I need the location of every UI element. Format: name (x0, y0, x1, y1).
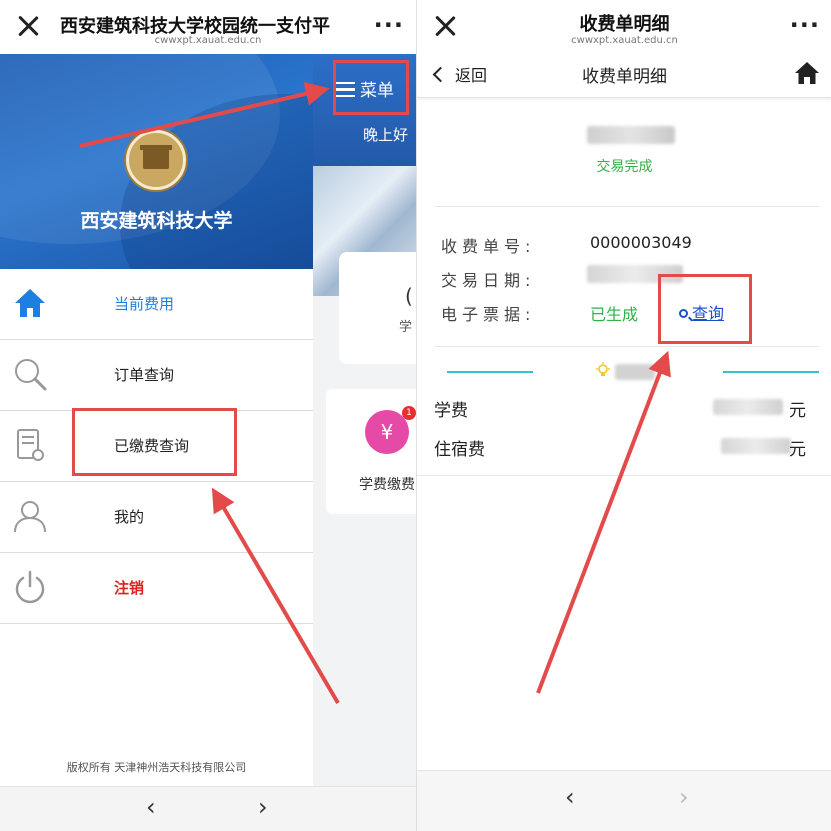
divider (435, 346, 819, 347)
page-url: cwwxpt.xauat.edu.cn (154, 35, 262, 46)
fee-name-tuition: 学费 (434, 401, 468, 421)
right-phone: 收费单明细 cwwxpt.xauat.edu.cn ··· 返回 收费单明细 交… (416, 0, 831, 831)
home-icon (15, 289, 45, 317)
redacted-amount (713, 399, 783, 415)
forward-chevron-icon: › (679, 783, 689, 811)
notification-badge: 1 (402, 406, 416, 420)
browser-nav-bar: ‹ › (0, 786, 416, 831)
left-topbar: 西安建筑科技大学校园统一支付平 cwwxpt.xauat.edu.cn ··· (0, 0, 416, 54)
back-chevron-icon[interactable]: ‹ (565, 783, 575, 811)
redacted-fee-group (615, 364, 655, 380)
tuition-pay-label[interactable]: 学费缴费 (359, 474, 415, 494)
more-icon[interactable]: ··· (790, 13, 820, 37)
menu-item-label: 订单查询 (114, 366, 175, 384)
invoice-status: 已生成 (590, 305, 639, 324)
menu-item-logout[interactable]: 注销 (0, 553, 313, 624)
school-name: 西安建筑科技大学 (80, 210, 233, 232)
search-icon (15, 359, 47, 391)
menu-item-mine[interactable]: 我的 (0, 482, 313, 553)
highlight-query-link (658, 274, 752, 344)
bill-no-value: 0000003049 (590, 233, 692, 252)
menu-item-label: 注销 (114, 579, 145, 597)
browser-nav-bar: ‹ › (417, 770, 831, 831)
info-card (339, 252, 416, 364)
drawer-header: 西安建筑科技大学 (0, 54, 313, 269)
forward-chevron-icon[interactable]: › (258, 793, 268, 821)
detail-header: 返回 收费单明细 (417, 50, 831, 98)
highlight-menu-button (333, 60, 409, 115)
section-line (723, 371, 819, 373)
section-line (447, 371, 533, 373)
highlight-paid-query (72, 408, 237, 476)
redacted-payer-name (587, 126, 675, 144)
divider (435, 206, 819, 207)
detail-title: 收费单明细 (582, 67, 667, 87)
menu-item-label: 我的 (114, 508, 145, 526)
screenshot-composite: 西安建筑科技大学校园统一支付平 cwwxpt.xauat.edu.cn ··· … (0, 0, 831, 831)
invoice-label: 电子票据: (441, 305, 536, 324)
back-chevron-icon[interactable]: ‹ (146, 793, 156, 821)
page-url: cwwxpt.xauat.edu.cn (571, 35, 678, 46)
home-icon[interactable] (794, 61, 820, 85)
power-icon (15, 570, 45, 604)
main-page-peek: 菜单 晚上好 ( 学 ¥ 1 学费缴费 (313, 54, 416, 786)
menu-item-current-fees[interactable]: 当前费用 (0, 269, 313, 340)
fee-unit: 元 (789, 440, 806, 460)
fee-unit: 元 (789, 401, 806, 421)
transaction-status: 交易完成 (596, 159, 653, 175)
copyright-text: 版权所有 天津神州浩天科技有限公司 (66, 761, 247, 774)
fee-name-dorm: 住宿费 (434, 440, 485, 460)
page-title: 收费单明细 (579, 14, 670, 35)
divider (417, 475, 831, 476)
greeting-text: 晚上好 (363, 126, 409, 144)
card-text: ( (405, 284, 413, 308)
card-subtext: 学 (399, 320, 413, 335)
more-icon[interactable]: ··· (374, 13, 404, 37)
bulb-icon (596, 362, 610, 376)
university-emblem-icon (126, 130, 186, 190)
right-topbar: 收费单明细 cwwxpt.xauat.edu.cn ··· (417, 0, 831, 54)
date-label: 交易日期: (441, 271, 536, 290)
receipt-icon (17, 429, 44, 461)
bill-no-label: 收费单号: (441, 237, 536, 256)
menu-item-label: 当前费用 (114, 295, 175, 313)
menu-item-order-query[interactable]: 订单查询 (0, 340, 313, 411)
redacted-amount (721, 438, 791, 454)
user-icon (14, 501, 46, 533)
